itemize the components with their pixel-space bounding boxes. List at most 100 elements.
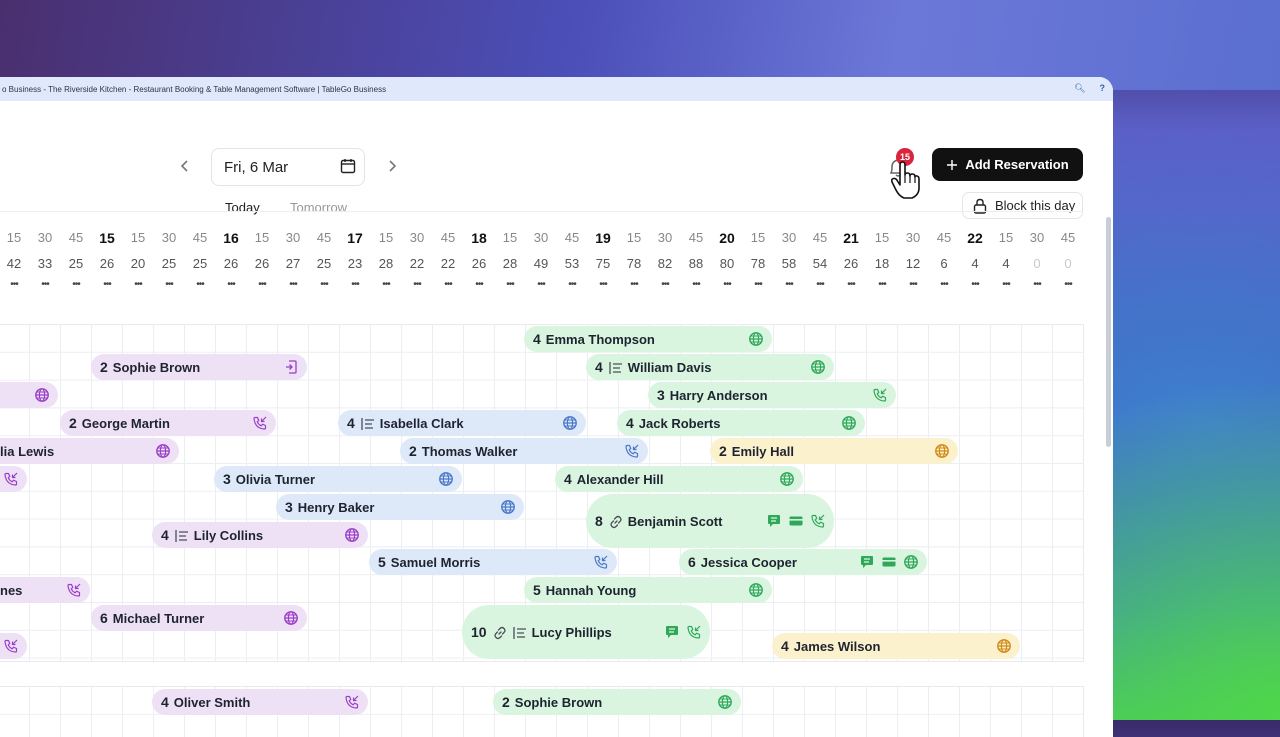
slot-more-button[interactable]: ••• <box>30 279 60 290</box>
guest-name: Sophie Brown <box>514 694 603 710</box>
globe-icon <box>779 471 795 487</box>
slot-more-button[interactable]: ••• <box>464 279 494 290</box>
slot-more-button[interactable]: ••• <box>247 279 277 290</box>
covers-count: 78 <box>750 256 766 271</box>
slot-more-button[interactable]: ••• <box>898 279 928 290</box>
slot-more-button[interactable]: ••• <box>526 279 556 290</box>
covers-count: 28 <box>378 256 394 271</box>
slot-more-button[interactable]: ••• <box>371 279 401 290</box>
party-size: 4 <box>161 694 169 710</box>
party-size: 2 <box>100 359 108 375</box>
minute-label: 45 <box>1060 230 1076 245</box>
minute-label: 45 <box>316 230 332 245</box>
slot-more-button[interactable]: ••• <box>402 279 432 290</box>
reservation-bar[interactable]: lia Lewis <box>0 438 179 464</box>
reservation-bar[interactable] <box>0 633 27 659</box>
covers-count: 20 <box>130 256 146 271</box>
slot-more-button[interactable]: ••• <box>0 279 29 290</box>
reservation-bar[interactable]: 2 Emily Hall <box>710 438 958 464</box>
phone-icon <box>593 554 609 570</box>
slot-more-button[interactable]: ••• <box>836 279 866 290</box>
phone-icon <box>66 582 82 598</box>
reservation-bar[interactable]: 5 Hannah Young <box>524 577 772 603</box>
slot-more-button[interactable]: ••• <box>1053 279 1083 290</box>
reservation-bar[interactable]: 4 Alexander Hill <box>555 466 803 492</box>
covers-count: 4 <box>971 256 979 271</box>
slot-more-button[interactable]: ••• <box>123 279 153 290</box>
reservation-bar[interactable]: 6 Jessica Cooper <box>679 549 927 575</box>
slot-more-button[interactable]: ••• <box>991 279 1021 290</box>
help-icon[interactable]: ? <box>1100 83 1106 94</box>
reservation-bar[interactable]: 3 Harry Anderson <box>648 382 896 408</box>
globe-icon <box>841 415 857 431</box>
minute-label: 30 <box>905 230 921 245</box>
reservation-bar[interactable]: 4 William Davis <box>586 354 834 380</box>
slot-more-button[interactable]: ••• <box>340 279 370 290</box>
reservation-bar[interactable]: 3 Henry Baker <box>276 494 524 520</box>
slot-more-button[interactable]: ••• <box>92 279 122 290</box>
guest-name: Michael Turner <box>112 610 205 626</box>
reservation-bar[interactable]: 10 Lucy Phillips <box>462 605 710 659</box>
reservation-bar[interactable]: 4 Oliver Smith <box>152 689 368 715</box>
globe-icon <box>717 694 733 710</box>
minute-label: 30 <box>37 230 53 245</box>
slot-more-button[interactable]: ••• <box>743 279 773 290</box>
slot-more-button[interactable]: ••• <box>712 279 742 290</box>
slot-more-button[interactable]: ••• <box>216 279 246 290</box>
add-reservation-button[interactable]: Add Reservation <box>932 148 1083 181</box>
notes-icon <box>174 528 188 542</box>
slot-more-button[interactable]: ••• <box>681 279 711 290</box>
globe-icon <box>438 471 454 487</box>
slot-more-button[interactable]: ••• <box>960 279 990 290</box>
reservation-bar[interactable]: 2 George Martin <box>60 410 276 436</box>
reservation-bar[interactable]: 4 James Wilson <box>772 633 1020 659</box>
slot-more-button[interactable]: ••• <box>805 279 835 290</box>
phone-icon <box>872 387 888 403</box>
hour-label: 22 <box>967 230 983 246</box>
reservation-bar[interactable]: 4 Lily Collins <box>152 522 368 548</box>
reservation-bar[interactable] <box>0 466 27 492</box>
chat-icon <box>766 513 782 529</box>
reservation-bar[interactable]: 4 Emma Thompson <box>524 326 772 352</box>
party-size: 4 <box>595 359 603 375</box>
slot-more-button[interactable]: ••• <box>309 279 339 290</box>
slot-more-button[interactable]: ••• <box>867 279 897 290</box>
slot-more-button[interactable]: ••• <box>495 279 525 290</box>
next-day-button[interactable] <box>382 159 402 178</box>
reservation-bar[interactable]: nes <box>0 577 90 603</box>
covers-count: 23 <box>347 256 363 271</box>
minute-label: 15 <box>6 230 22 245</box>
reservation-bar[interactable]: 3 Olivia Turner <box>214 466 462 492</box>
minute-label: 15 <box>254 230 270 245</box>
previous-day-button[interactable] <box>175 159 195 178</box>
date-picker[interactable]: Fri, 6 Mar <box>211 148 365 186</box>
slot-more-button[interactable]: ••• <box>1022 279 1052 290</box>
reservation-bar[interactable]: 4 Jack Roberts <box>617 410 865 436</box>
slot-more-button[interactable]: ••• <box>557 279 587 290</box>
slot-more-button[interactable]: ••• <box>588 279 618 290</box>
slot-more-button[interactable]: ••• <box>154 279 184 290</box>
reservation-bar[interactable]: 5 Samuel Morris <box>369 549 617 575</box>
slot-more-button[interactable]: ••• <box>278 279 308 290</box>
party-size: 4 <box>161 527 169 543</box>
reservation-bar[interactable] <box>0 382 58 408</box>
scrollbar[interactable] <box>1106 217 1111 447</box>
reservation-bar[interactable]: 8 Benjamin Scott <box>586 494 834 548</box>
reservation-bar[interactable]: 2 Thomas Walker <box>400 438 648 464</box>
slot-more-button[interactable]: ••• <box>774 279 804 290</box>
reservation-bar[interactable]: 2 Sophie Brown <box>91 354 307 380</box>
slot-more-button[interactable]: ••• <box>61 279 91 290</box>
reservation-bar[interactable]: 4 Isabella Clark <box>338 410 586 436</box>
slot-more-button[interactable]: ••• <box>619 279 649 290</box>
slot-more-button[interactable]: ••• <box>650 279 680 290</box>
slot-more-button[interactable]: ••• <box>185 279 215 290</box>
timeline-separator <box>0 211 1083 212</box>
slot-more-button[interactable]: ••• <box>433 279 463 290</box>
slot-more-button[interactable]: ••• <box>929 279 959 290</box>
globe-icon <box>344 527 360 543</box>
reservation-bar[interactable]: 6 Michael Turner <box>91 605 307 631</box>
zoom-icon[interactable]: 🔍︎ <box>1074 83 1085 94</box>
guest-name: George Martin <box>81 415 170 431</box>
minute-label: 45 <box>812 230 828 245</box>
reservation-bar[interactable]: 2 Sophie Brown <box>493 689 741 715</box>
